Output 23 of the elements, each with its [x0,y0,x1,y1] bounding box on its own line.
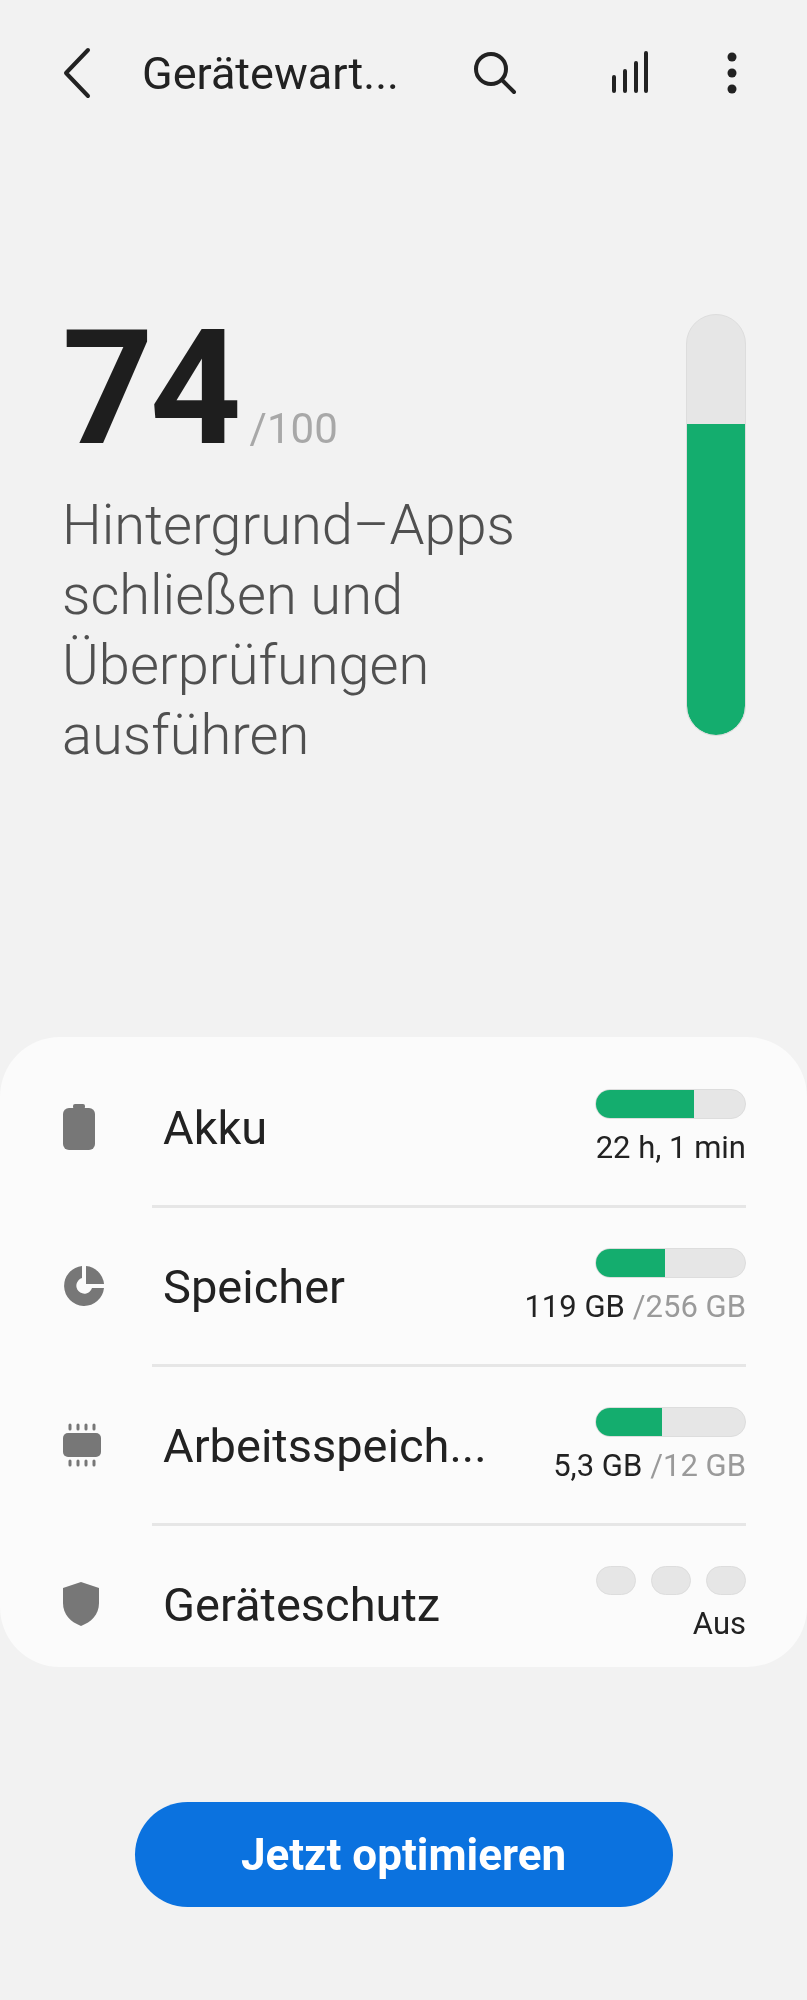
item-label[interactable]: Speicher [163,1258,525,1314]
item-label[interactable]: Akku [163,1099,595,1155]
item-label[interactable]: Geräteschutz [163,1576,596,1632]
search-icon[interactable] [472,50,518,96]
signal-bars-icon[interactable] [610,51,650,95]
item-total: /12 GB [650,1446,746,1484]
item-value: 5,3 GB [553,1446,643,1484]
shield-icon [62,1581,100,1627]
chip-icon [62,1423,102,1467]
more-options-icon[interactable] [726,51,738,95]
status-description: Hintergrund–Apps schließen und Überprüfungen ausführen [62,491,516,770]
optimize-button[interactable]: Jetzt optimieren [134,1802,673,1907]
score-value: 74 [62,314,238,464]
item-value: Aus [692,1605,746,1642]
page-title: Gerätewart... [142,46,400,100]
score-max: /100 [249,404,338,453]
back-icon[interactable] [62,47,92,99]
item-label[interactable]: Arbeitsspeich... [163,1417,554,1473]
item-value: 119 GB [524,1287,625,1325]
battery-icon [62,1104,96,1150]
item-value: 22 h, 1 min [595,1128,746,1166]
item-total: /256 GB [632,1287,746,1325]
pie-chart-icon [62,1264,106,1308]
